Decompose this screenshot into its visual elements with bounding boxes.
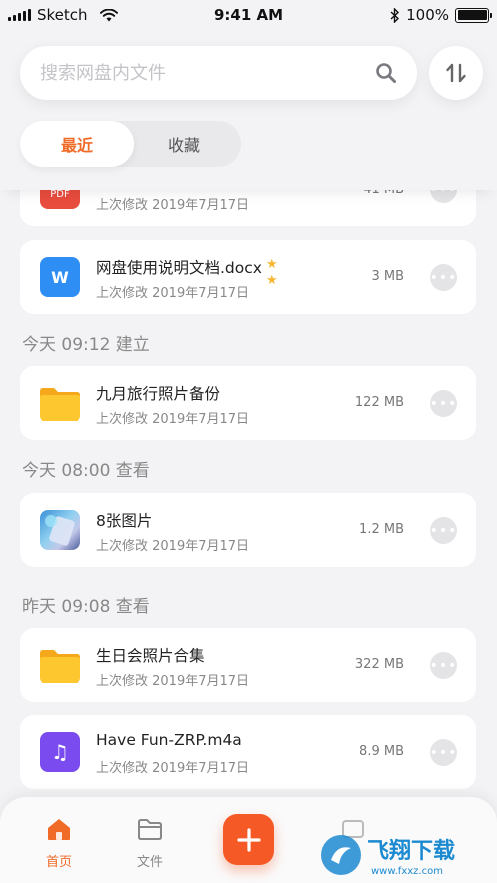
- more-button[interactable]: •••: [430, 739, 457, 766]
- watermark-url: www.fxxz.com: [371, 866, 443, 877]
- file-name: 8张图片: [96, 512, 153, 530]
- add-button[interactable]: [223, 814, 274, 865]
- file-card[interactable]: ♫ Have Fun-ZRP.m4a 上次修改 2019年7月17日 8.9 M…: [20, 715, 476, 789]
- file-card[interactable]: 8张图片 上次修改 2019年7月17日 1.2 MB •••: [20, 493, 476, 567]
- file-name: 生日会照片合集: [96, 647, 205, 665]
- bluetooth-icon: [390, 7, 400, 23]
- word-doc-icon: W: [40, 257, 80, 297]
- file-meta: 上次修改 2019年7月17日: [96, 198, 250, 213]
- file-name: Have Fun-ZRP.m4a: [96, 731, 242, 749]
- file-size: 3 MB: [371, 269, 404, 284]
- file-name: 九月旅行照片备份: [96, 385, 221, 403]
- status-bar: Sketch 9:41 AM 100%: [0, 0, 497, 30]
- home-icon: [48, 819, 70, 840]
- more-button[interactable]: •••: [430, 652, 457, 679]
- battery-icon: [455, 7, 492, 23]
- file-meta: 上次修改 2019年7月17日: [96, 539, 250, 554]
- more-button[interactable]: •••: [430, 517, 457, 544]
- file-name: 网盘使用说明文档.docx: [96, 259, 262, 277]
- favorite-star-icon: ★ ★: [266, 257, 278, 288]
- tab-favorites[interactable]: 收藏: [127, 121, 241, 167]
- section-label: 今天 09:12 建立: [22, 335, 150, 355]
- file-size: 322 MB: [354, 657, 404, 672]
- site-watermark: 飞翔下载 www.fxxz.com: [321, 835, 455, 877]
- file-size: 8.9 MB: [359, 744, 404, 759]
- tab-files-label: 文件: [136, 855, 163, 870]
- header: 收藏 最近: [0, 30, 497, 190]
- plus-icon: [236, 827, 261, 852]
- search-icon[interactable]: [375, 62, 397, 84]
- file-card[interactable]: W 网盘使用说明文档.docx ★ ★ 上次修改 2019年7月17日 3 MB …: [20, 240, 476, 314]
- music-note-icon: ♫: [40, 732, 80, 772]
- tab-recent[interactable]: 最近: [20, 121, 134, 167]
- more-button[interactable]: •••: [430, 390, 457, 417]
- tab-home[interactable]: 首页: [29, 817, 89, 870]
- file-card[interactable]: 生日会照片合集 上次修改 2019年7月17日 322 MB •••: [20, 628, 476, 702]
- file-size: 1.2 MB: [359, 522, 404, 537]
- battery-percent: 100%: [406, 6, 449, 24]
- tab-files[interactable]: 文件: [120, 817, 180, 870]
- file-meta: 上次修改 2019年7月17日: [96, 761, 250, 776]
- file-size: 122 MB: [354, 395, 404, 410]
- section-label: 昨天 09:08 查看: [22, 597, 150, 617]
- more-button[interactable]: •••: [430, 264, 457, 291]
- folder-outline-icon: [138, 819, 162, 840]
- file-meta: 上次修改 2019年7月17日: [96, 674, 250, 689]
- folder-icon: [40, 383, 80, 423]
- tab-home-label: 首页: [45, 855, 72, 870]
- file-meta: 上次修改 2019年7月17日: [96, 286, 250, 301]
- search-input[interactable]: [40, 62, 375, 84]
- sort-icon: [446, 63, 466, 83]
- section-label: 今天 08:00 查看: [22, 461, 150, 481]
- file-card[interactable]: 九月旅行照片备份 上次修改 2019年7月17日 122 MB •••: [20, 366, 476, 440]
- file-meta: 上次修改 2019年7月17日: [96, 412, 250, 427]
- search-bar: [20, 46, 417, 100]
- watermark-brand: 飞翔下载: [367, 838, 455, 864]
- folder-icon: [40, 645, 80, 685]
- sort-button[interactable]: [429, 46, 483, 100]
- segment-tabs: 收藏 最近: [20, 121, 241, 167]
- image-thumbnail-icon: [40, 510, 80, 550]
